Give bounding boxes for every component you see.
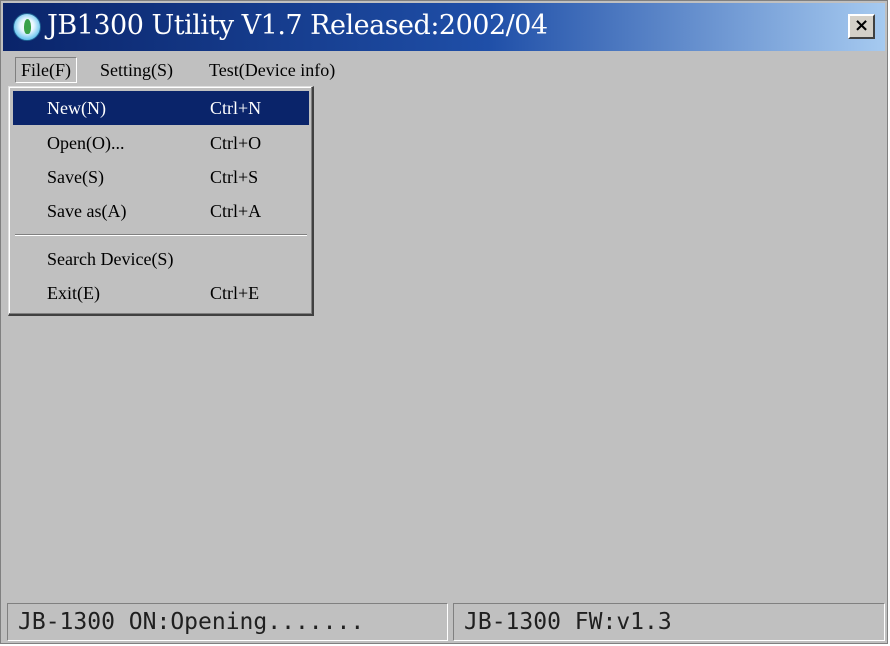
menu-item-save-as[interactable]: Save as(A) Ctrl+A bbox=[13, 194, 309, 228]
status-firmware: JB-1300 FW:v1.3 bbox=[453, 603, 885, 641]
menu-item-shortcut: Ctrl+E bbox=[210, 283, 260, 303]
status-connection: JB-1300 ON:Opening....... bbox=[7, 603, 448, 641]
status-bar: JB-1300 ON:Opening....... JB-1300 FW:v1.… bbox=[3, 601, 887, 643]
menu-item-exit[interactable]: Exit(E) Ctrl+E bbox=[13, 276, 309, 310]
menu-item-shortcut: Ctrl+S bbox=[210, 167, 259, 187]
window-title: JB1300 Utility V1.7 Released:2002/04 bbox=[47, 10, 548, 41]
title-bar[interactable]: JB1300 Utility V1.7 Released:2002/04 × bbox=[3, 3, 885, 51]
menu-bar: File(F) Setting(S) Test(Device info) bbox=[3, 54, 885, 84]
menu-item-label: Search Device(S) bbox=[47, 249, 174, 269]
menu-item-label: Open(O)... bbox=[47, 133, 125, 153]
menu-item-label: Exit(E) bbox=[47, 283, 100, 303]
menu-item-label: Save(S) bbox=[47, 167, 104, 187]
menu-setting[interactable]: Setting(S) bbox=[95, 57, 178, 83]
close-icon: × bbox=[853, 15, 870, 36]
close-button[interactable]: × bbox=[848, 14, 875, 39]
menu-item-label: Save as(A) bbox=[47, 201, 127, 221]
menu-item-label: New(N) bbox=[47, 98, 106, 118]
menu-file[interactable]: File(F) bbox=[15, 57, 78, 83]
main-window: JB1300 Utility V1.7 Released:2002/04 × F… bbox=[0, 0, 888, 644]
menu-item-shortcut: Ctrl+A bbox=[210, 201, 262, 221]
menu-item-new[interactable]: New(N) Ctrl+N bbox=[13, 91, 309, 125]
menu-item-save[interactable]: Save(S) Ctrl+S bbox=[13, 160, 309, 194]
file-menu-dropdown: New(N) Ctrl+N Open(O)... Ctrl+O Save(S) … bbox=[8, 86, 314, 316]
app-icon[interactable] bbox=[13, 13, 41, 41]
menu-item-search-device[interactable]: Search Device(S) bbox=[13, 242, 309, 276]
menu-separator bbox=[15, 234, 307, 236]
menu-item-shortcut: Ctrl+N bbox=[210, 98, 262, 118]
menu-item-shortcut: Ctrl+O bbox=[210, 133, 262, 153]
menu-item-open[interactable]: Open(O)... Ctrl+O bbox=[13, 126, 309, 160]
menu-test[interactable]: Test(Device info) bbox=[204, 57, 340, 83]
